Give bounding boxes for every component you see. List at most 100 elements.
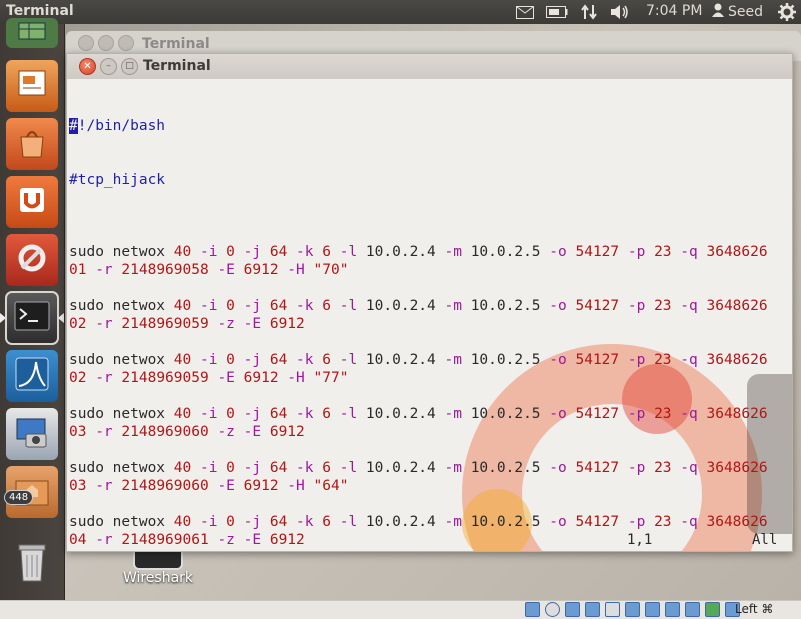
src-ip: 10.0.2.4 <box>365 406 445 422</box>
terminal-content[interactable]: #!/bin/bash #tcp_hijack sudo netwox 40 -… <box>67 79 792 551</box>
system-settings-launcher[interactable] <box>6 234 58 286</box>
option-flag: -i <box>199 406 227 422</box>
option-flag: -E <box>217 370 244 386</box>
minimize-icon: – <box>106 61 111 71</box>
cmd-2-line-2: 02 -r 2148969059 -E 6912 -H "77" <box>69 369 768 387</box>
vm-device-icons <box>525 602 740 617</box>
gear-icon[interactable] <box>776 0 798 24</box>
src-port: 54127 <box>575 352 628 368</box>
seq-number-tail: 04 <box>69 532 96 548</box>
src-ip: 10.0.2.4 <box>365 460 445 476</box>
src-port: 54127 <box>575 406 628 422</box>
camera-icon <box>14 416 50 452</box>
focus-indicator <box>58 313 64 323</box>
option-value: 64 <box>269 460 297 476</box>
ack-number: 2148969059 <box>121 316 218 332</box>
option-flag: -z <box>217 532 244 548</box>
desktop-wireshark-shortcut[interactable]: Wireshark <box>118 548 198 586</box>
cmd-5-line-1: sudo netwox 40 -i 0 -j 64 -k 6 -l 10.0.2… <box>69 513 768 531</box>
option-value: 6 <box>322 406 340 422</box>
option-value: 6 <box>322 244 340 260</box>
terminal-launcher[interactable] <box>5 291 59 345</box>
optical-drive-icon[interactable] <box>545 602 560 617</box>
option-flag: -E <box>217 478 244 494</box>
src-ip: 10.0.2.4 <box>365 514 445 530</box>
option-flag: -r <box>95 424 122 440</box>
command-name: sudo netwox <box>69 406 174 422</box>
close-button[interactable]: ✕ <box>79 58 96 75</box>
editor-text[interactable]: #!/bin/bash #tcp_hijack sudo netwox 40 -… <box>69 81 768 551</box>
option-flag: -l <box>339 406 366 422</box>
wireshark-launcher[interactable] <box>6 350 58 402</box>
option-flag: -j <box>243 352 270 368</box>
tool-number: 40 <box>173 460 200 476</box>
cpu-icon[interactable] <box>685 602 700 617</box>
payload-hex: "77" <box>313 370 349 386</box>
option-flag: -H <box>287 478 314 494</box>
spreadsheet-launcher[interactable] <box>6 18 58 48</box>
option-flag: -i <box>199 244 227 260</box>
launcher: 448 <box>0 18 65 600</box>
option-flag: -l <box>339 460 366 476</box>
option-flag: -j <box>243 298 270 314</box>
cmd-1-line-2: 02 -r 2148969059 -z -E 6912 <box>69 315 768 333</box>
bg-close-button[interactable] <box>78 35 94 51</box>
network-icon[interactable] <box>578 0 600 24</box>
option-flag: -q <box>680 406 707 422</box>
option-flag: -H <box>287 370 314 386</box>
terminal-window: ✕ – □ Terminal #!/bin/bash #tcp_hijack s… <box>66 53 793 552</box>
option-value: 0 <box>226 514 244 530</box>
window-titlebar[interactable]: ✕ – □ Terminal <box>67 54 792 80</box>
bg-minimize-button[interactable] <box>98 35 114 51</box>
audio-icon[interactable] <box>565 602 580 617</box>
dst-port: 23 <box>654 514 681 530</box>
minimize-button[interactable]: – <box>100 58 117 75</box>
mouse-integration-icon[interactable] <box>705 602 720 617</box>
ubuntu-one-launcher[interactable] <box>6 176 58 228</box>
cmd-0-line-2: 01 -r 2148969058 -E 6912 -H "70" <box>69 261 768 279</box>
option-flag: -p <box>627 352 655 368</box>
shared-folder-icon[interactable] <box>625 602 640 617</box>
option-flag: -i <box>199 514 227 530</box>
battery-icon[interactable] <box>545 0 569 24</box>
window-size: 6912 <box>243 262 288 278</box>
option-flag: -j <box>243 406 270 422</box>
spreadsheet-icon <box>17 21 47 45</box>
volume-icon[interactable] <box>609 0 631 24</box>
cursor: # <box>69 118 78 134</box>
dst-ip: 10.0.2.5 <box>470 244 550 260</box>
option-flag: -r <box>95 316 122 332</box>
mail-icon[interactable] <box>514 0 536 24</box>
trash-launcher[interactable] <box>6 538 58 590</box>
display-icon[interactable] <box>645 602 660 617</box>
bg-maximize-button[interactable] <box>118 35 134 51</box>
maximize-icon: □ <box>125 61 134 71</box>
hdd-icon[interactable] <box>525 602 540 617</box>
software-center-launcher[interactable] <box>6 118 58 170</box>
option-flag: -r <box>95 532 122 548</box>
window-size: 6912 <box>243 478 288 494</box>
option-flag: -p <box>627 298 655 314</box>
shark-fin-icon <box>14 356 50 396</box>
dst-ip: 10.0.2.5 <box>470 460 550 476</box>
network-adapter-icon[interactable] <box>585 602 600 617</box>
host-key-label: Left ⌘ <box>735 602 774 616</box>
maximize-button[interactable]: □ <box>121 58 138 75</box>
option-value: 6 <box>322 298 340 314</box>
capture-icon[interactable] <box>665 602 680 617</box>
clock[interactable]: 7:04 PM <box>646 3 702 19</box>
screenshot-launcher[interactable] <box>6 408 58 460</box>
option-value: 0 <box>226 298 244 314</box>
option-flag: -i <box>199 352 227 368</box>
usb-icon[interactable] <box>605 602 620 617</box>
impress-launcher[interactable] <box>6 60 58 112</box>
ack-number: 2148969060 <box>121 424 218 440</box>
src-port: 54127 <box>575 244 628 260</box>
option-flag: -k <box>296 244 323 260</box>
user-menu[interactable]: Seed <box>712 3 763 21</box>
tool-number: 40 <box>173 244 200 260</box>
vm-status-bar: Left ⌘ <box>0 600 801 619</box>
option-flag: -j <box>243 514 270 530</box>
